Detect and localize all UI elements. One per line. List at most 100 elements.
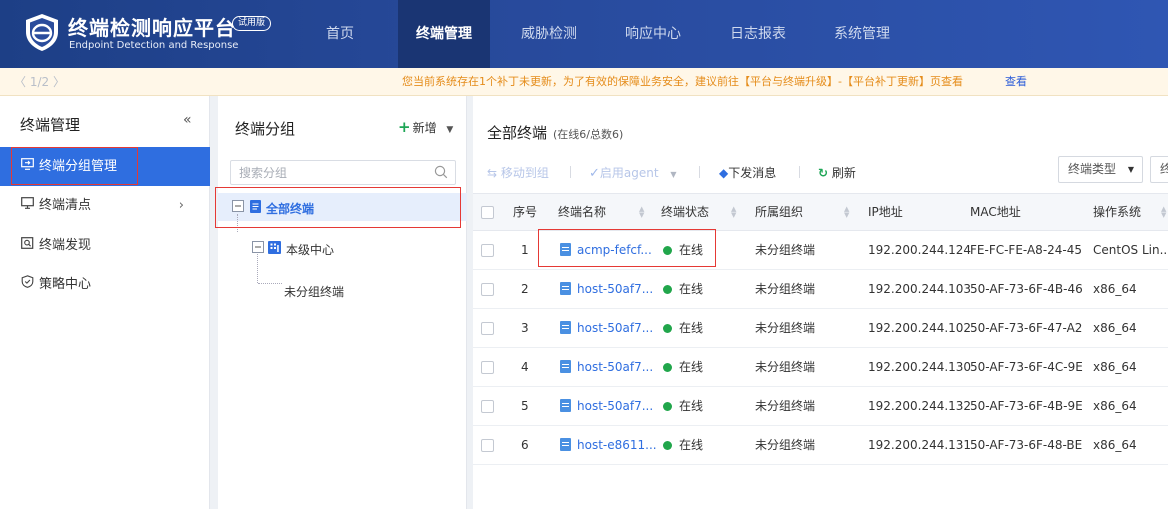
search-icon[interactable]: [434, 165, 448, 179]
notice-pager[interactable]: 〈 1/2 〉: [14, 68, 65, 96]
refresh-button[interactable]: ↻ 刷新: [818, 164, 856, 181]
status-badge: 在线: [663, 348, 703, 386]
nav-system-management[interactable]: 系统管理: [829, 0, 895, 68]
row-index: 1: [521, 243, 529, 257]
collapse-icon[interactable]: «: [183, 112, 192, 128]
row-checkbox[interactable]: [481, 439, 494, 452]
sort-icon[interactable]: ▲ ▼: [844, 206, 849, 219]
tree-connector: [257, 254, 258, 283]
table-row[interactable]: 1 acmp-fefcf... 在线 未分组终端 192.200.244.124 FE-F…: [473, 231, 1168, 270]
enable-agent-button[interactable]: ✓启用agent ▼: [589, 164, 677, 181]
sidebar-item-label: 终端发现: [39, 238, 92, 253]
row-ip: 192.200.244.130: [868, 360, 972, 374]
sidebar-title: 终端管理: [20, 116, 81, 134]
table-header: 序号 终端名称 ▲ ▼ 终端状态 ▲ ▼ 所属组织 ▲ ▼ IP地址 MAC地址 操作…: [473, 193, 1168, 231]
add-group-label: 新增: [412, 121, 437, 135]
status-badge: 在线: [663, 426, 703, 464]
col-organization[interactable]: 所属组织: [755, 194, 803, 230]
caret-down-icon: ▼: [670, 170, 677, 179]
table-row[interactable]: 6 host-e8611... 在线 未分组终端 192.200.244.131 50-A…: [473, 426, 1168, 465]
shield-logo-icon: [26, 14, 58, 51]
row-checkbox[interactable]: [481, 283, 494, 296]
select-all-checkbox[interactable]: [481, 206, 494, 219]
sort-icon[interactable]: ▲ ▼: [639, 206, 644, 219]
tree-node-all-endpoints[interactable]: 全部终端: [266, 200, 314, 217]
notice-view-link[interactable]: 查看: [1005, 68, 1027, 96]
list-doc-icon: [250, 200, 261, 216]
row-checkbox[interactable]: [481, 361, 494, 374]
online-dot-icon: [663, 246, 672, 255]
endpoint-doc-icon: [560, 360, 571, 373]
table-row[interactable]: 5 host-50af7... 在线 未分组终端 192.200.244.132 50-A…: [473, 387, 1168, 426]
endpoint-name-link[interactable]: acmp-fefcf...: [560, 231, 652, 269]
row-ip: 192.200.244.132: [868, 399, 972, 413]
row-organization: 未分组终端: [755, 243, 816, 257]
table-row[interactable]: 4 host-50af7... 在线 未分组终端 192.200.244.130 50-A…: [473, 348, 1168, 387]
tree-node-ungrouped[interactable]: 未分组终端: [284, 283, 344, 300]
refresh-icon: ↻: [818, 166, 829, 180]
nav-response-center[interactable]: 响应中心: [620, 0, 686, 68]
row-mac: FE-FC-FE-A8-24-45: [970, 243, 1083, 257]
endpoint-name-link[interactable]: host-50af7...: [560, 387, 653, 425]
secondary-filter[interactable]: 终: [1150, 156, 1168, 183]
swap-icon: ⇆: [487, 166, 498, 180]
sort-icon[interactable]: ▲ ▼: [731, 206, 736, 219]
status-badge: 在线: [663, 387, 703, 425]
notice-bar: 〈 1/2 〉 您当前系统存在1个补丁未更新，为了有效的保障业务安全，建议前往【…: [0, 68, 1168, 96]
row-organization: 未分组终端: [755, 282, 816, 296]
sidebar-item-policy-center[interactable]: 策略中心: [0, 265, 210, 304]
top-header: 终端检测响应平台 试用版 Endpoint Detection and Resp…: [0, 0, 1168, 68]
sidebar-item-endpoint-inventory[interactable]: 终端清点 ›: [0, 186, 210, 225]
col-os[interactable]: 操作系统: [1093, 194, 1141, 230]
endpoint-type-filter[interactable]: 终端类型 ▼: [1058, 156, 1143, 183]
row-os: CentOS Lin...: [1093, 243, 1168, 257]
trial-badge: 试用版: [232, 16, 272, 31]
nav-threat-detection[interactable]: 威胁检测: [516, 0, 582, 68]
sort-icon[interactable]: ▲ ▼: [1161, 206, 1166, 219]
group-search-input[interactable]: [230, 160, 456, 185]
add-group-button[interactable]: + 新增 ▼: [398, 118, 453, 136]
col-index: 序号: [513, 205, 538, 219]
toolbar-divider: [570, 166, 571, 178]
sidebar-item-label: 终端清点: [39, 198, 92, 213]
endpoint-name-link[interactable]: host-e8611...: [560, 426, 657, 464]
row-ip: 192.200.244.103: [868, 282, 972, 296]
send-icon: ◆: [719, 166, 729, 180]
row-checkbox[interactable]: [481, 244, 494, 257]
col-endpoint-name[interactable]: 终端名称: [558, 194, 606, 230]
endpoint-name-link[interactable]: host-50af7...: [560, 309, 653, 347]
row-checkbox[interactable]: [481, 322, 494, 335]
row-checkbox[interactable]: [481, 400, 494, 413]
endpoint-doc-icon: [560, 399, 571, 412]
nav-home[interactable]: 首页: [312, 0, 368, 68]
col-ip-address[interactable]: IP地址: [868, 194, 903, 230]
endpoint-doc-icon: [560, 321, 571, 334]
row-organization: 未分组终端: [755, 360, 816, 374]
online-dot-icon: [663, 441, 672, 450]
caret-down-icon: ▼: [1127, 165, 1134, 174]
row-mac: 50-AF-73-6F-4B-46: [970, 282, 1083, 296]
move-to-group-button[interactable]: ⇆ 移动到组: [487, 164, 549, 181]
building-icon: [268, 241, 281, 257]
shield-icon: [20, 265, 34, 304]
row-os: x86_64: [1093, 399, 1137, 413]
col-mac-address[interactable]: MAC地址: [970, 194, 1021, 230]
table-row[interactable]: 3 host-50af7... 在线 未分组终端 192.200.244.102 50-A…: [473, 309, 1168, 348]
tree-collapse-icon[interactable]: [232, 200, 244, 215]
nav-log-reports[interactable]: 日志报表: [725, 0, 791, 68]
col-endpoint-status[interactable]: 终端状态: [661, 194, 709, 230]
endpoint-name-link[interactable]: host-50af7...: [560, 270, 653, 308]
endpoint-name-link[interactable]: host-50af7...: [560, 348, 653, 386]
row-os: x86_64: [1093, 438, 1137, 452]
nav-endpoint-management[interactable]: 终端管理: [398, 0, 490, 68]
table-row[interactable]: 2 host-50af7... 在线 未分组终端 192.200.244.103 50-A…: [473, 270, 1168, 309]
online-dot-icon: [663, 324, 672, 333]
sidebar-item-group-management[interactable]: 终端分组管理: [0, 147, 210, 186]
row-os: x86_64: [1093, 282, 1137, 296]
tree-node-local-center[interactable]: 本级中心: [286, 241, 334, 258]
tree-collapse-icon[interactable]: [252, 241, 264, 256]
sidebar-item-endpoint-discovery[interactable]: 终端发现: [0, 226, 210, 265]
row-organization: 未分组终端: [755, 321, 816, 335]
send-message-button[interactable]: ◆下发消息: [719, 164, 776, 181]
search-box-icon: [20, 226, 34, 265]
